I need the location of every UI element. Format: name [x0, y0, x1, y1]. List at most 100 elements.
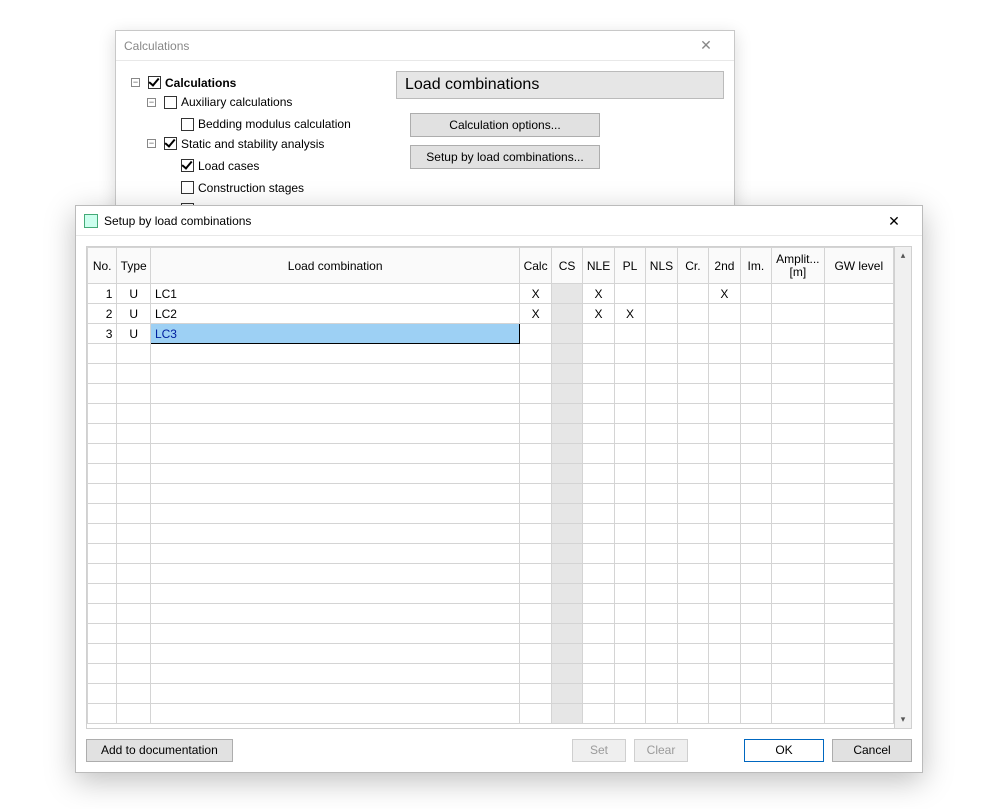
cell-pl[interactable]	[614, 324, 645, 344]
cell-empty[interactable]	[772, 564, 824, 584]
tree-item-auxiliary[interactable]: − Auxiliary calculations	[147, 93, 292, 111]
cell-empty[interactable]	[520, 344, 551, 364]
scroll-down-icon[interactable]: ▾	[895, 711, 911, 728]
calculation-options-button[interactable]: Calculation options...	[410, 113, 600, 137]
col-cr[interactable]: Cr.	[677, 248, 708, 284]
cell-empty[interactable]	[520, 664, 551, 684]
cell-empty[interactable]	[520, 404, 551, 424]
cell-empty[interactable]	[117, 544, 151, 564]
cell-no[interactable]: 3	[88, 324, 117, 344]
table-row[interactable]	[88, 684, 894, 704]
cell-empty[interactable]	[740, 464, 771, 484]
cell-empty[interactable]	[583, 524, 614, 544]
col-gw-level[interactable]: GW level	[824, 248, 893, 284]
cell-empty[interactable]	[583, 544, 614, 564]
cell-empty[interactable]	[150, 404, 519, 424]
cell-empty[interactable]	[551, 604, 582, 624]
cell-empty[interactable]	[520, 384, 551, 404]
cell-2nd[interactable]	[709, 304, 740, 324]
cell-load-combination[interactable]: LC2	[150, 304, 519, 324]
table-row[interactable]	[88, 624, 894, 644]
cell-empty[interactable]	[117, 644, 151, 664]
cell-empty[interactable]	[772, 484, 824, 504]
load-combinations-table[interactable]: No. Type Load combination Calc CS NLE PL…	[87, 247, 894, 724]
cell-calc[interactable]: X	[520, 284, 551, 304]
table-row[interactable]: 1ULC1XXX	[88, 284, 894, 304]
cell-empty[interactable]	[709, 584, 740, 604]
cell-empty[interactable]	[709, 524, 740, 544]
cell-empty[interactable]	[824, 624, 893, 644]
cell-empty[interactable]	[740, 704, 771, 724]
cell-empty[interactable]	[677, 344, 708, 364]
checkbox[interactable]	[181, 118, 194, 131]
table-row[interactable]	[88, 704, 894, 724]
cell-empty[interactable]	[150, 444, 519, 464]
cell-empty[interactable]	[614, 704, 645, 724]
cell-empty[interactable]	[646, 604, 677, 624]
cell-empty[interactable]	[740, 364, 771, 384]
cell-empty[interactable]	[88, 624, 117, 644]
cell-empty[interactable]	[709, 564, 740, 584]
cell-type[interactable]: U	[117, 324, 151, 344]
table-row[interactable]	[88, 404, 894, 424]
cell-empty[interactable]	[117, 484, 151, 504]
cell-empty[interactable]	[614, 364, 645, 384]
cell-empty[interactable]	[677, 364, 708, 384]
cell-empty[interactable]	[740, 344, 771, 364]
cell-empty[interactable]	[709, 624, 740, 644]
cell-empty[interactable]	[740, 624, 771, 644]
table-row[interactable]	[88, 604, 894, 624]
checkbox[interactable]	[164, 96, 177, 109]
cell-empty[interactable]	[583, 564, 614, 584]
cell-empty[interactable]	[150, 464, 519, 484]
cell-empty[interactable]	[740, 644, 771, 664]
cell-empty[interactable]	[551, 624, 582, 644]
cell-empty[interactable]	[150, 664, 519, 684]
cell-empty[interactable]	[520, 564, 551, 584]
ok-button[interactable]: OK	[744, 739, 824, 762]
tree-item-construction-stages[interactable]: Construction stages	[163, 179, 304, 197]
cell-empty[interactable]	[824, 444, 893, 464]
cell-empty[interactable]	[740, 564, 771, 584]
cell-empty[interactable]	[677, 684, 708, 704]
cell-empty[interactable]	[614, 384, 645, 404]
cell-empty[interactable]	[772, 504, 824, 524]
cell-empty[interactable]	[709, 544, 740, 564]
cell-empty[interactable]	[709, 604, 740, 624]
cell-empty[interactable]	[150, 644, 519, 664]
cell-empty[interactable]	[824, 704, 893, 724]
cell-cr[interactable]	[677, 324, 708, 344]
cell-empty[interactable]	[709, 364, 740, 384]
col-type[interactable]: Type	[117, 248, 151, 284]
cell-empty[interactable]	[772, 624, 824, 644]
table-row[interactable]	[88, 564, 894, 584]
cell-empty[interactable]	[117, 684, 151, 704]
table-row[interactable]	[88, 484, 894, 504]
cell-empty[interactable]	[646, 584, 677, 604]
col-pl[interactable]: PL	[614, 248, 645, 284]
cell-empty[interactable]	[646, 464, 677, 484]
cell-empty[interactable]	[88, 344, 117, 364]
table-row[interactable]	[88, 584, 894, 604]
cell-empty[interactable]	[614, 524, 645, 544]
cell-empty[interactable]	[824, 484, 893, 504]
vertical-scrollbar[interactable]: ▴ ▾	[894, 247, 911, 728]
cell-amp[interactable]	[772, 284, 824, 304]
cell-empty[interactable]	[117, 584, 151, 604]
tree-item-calculations[interactable]: − Calculations	[131, 74, 236, 92]
cell-empty[interactable]	[709, 704, 740, 724]
cell-empty[interactable]	[117, 704, 151, 724]
cell-cr[interactable]	[677, 284, 708, 304]
cell-empty[interactable]	[583, 364, 614, 384]
col-calc[interactable]: Calc	[520, 248, 551, 284]
collapse-icon[interactable]: −	[147, 139, 156, 148]
cell-empty[interactable]	[150, 544, 519, 564]
cell-empty[interactable]	[709, 404, 740, 424]
cell-empty[interactable]	[117, 604, 151, 624]
cell-empty[interactable]	[740, 484, 771, 504]
cell-empty[interactable]	[520, 584, 551, 604]
cell-empty[interactable]	[551, 484, 582, 504]
cell-empty[interactable]	[709, 444, 740, 464]
cell-empty[interactable]	[88, 484, 117, 504]
cell-empty[interactable]	[520, 464, 551, 484]
